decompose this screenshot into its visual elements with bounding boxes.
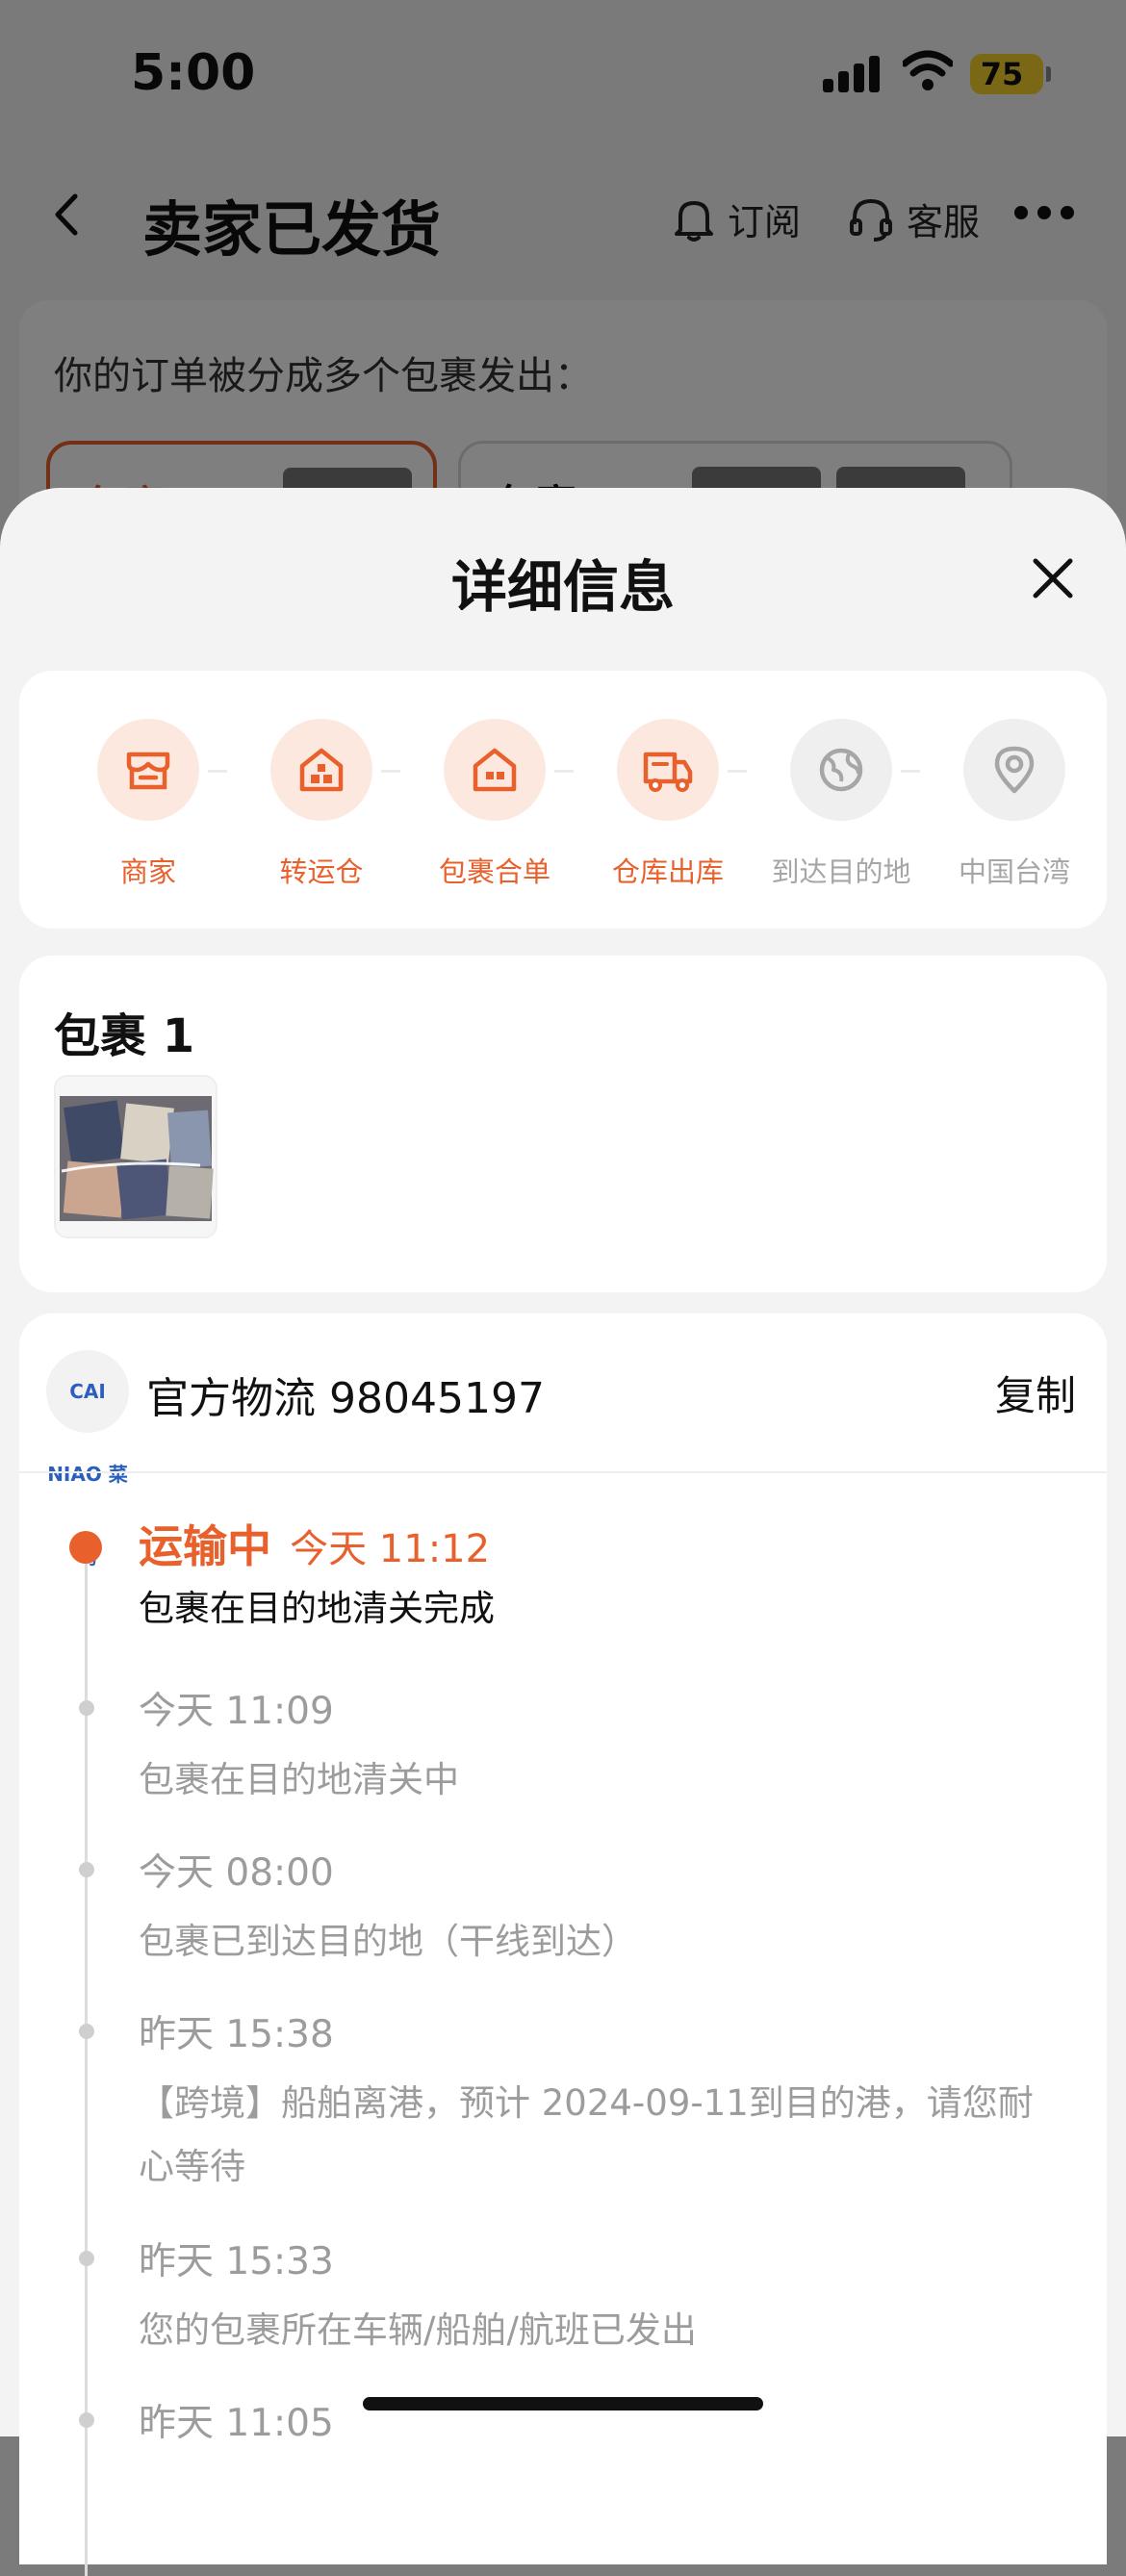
truck-icon [643,752,693,792]
timeline-event: 昨天 15:38 【跨境】船舶离港，预计 2024-09-11到目的港，请您耐心… [139,2004,1062,2199]
step-label: 中国台湾 [958,855,1070,888]
step-transit-warehouse: 转运仓 [235,719,408,890]
package-card: 包裹 1 [19,956,1107,1292]
timeline-event: 运输中 今天 11:12 包裹在目的地清关完成 [139,1512,1062,1641]
step-arrived: 到达目的地 [755,719,928,890]
close-icon[interactable] [1028,553,1078,603]
event-desc: 包裹在目的地清关完成 [139,1588,495,1629]
sheet-title: 详细信息 [450,554,675,620]
step-package-merge: 包裹合单 [408,719,581,890]
package-image[interactable] [54,1075,218,1238]
step-warehouse-out: 仓库出库 [581,719,755,890]
event-time: 昨天 11:05 [139,2402,334,2445]
step-label: 商家 [119,855,176,888]
cainiao-logo: CAI NIAO 菜鸟 [46,1350,129,1569]
step-label: 仓库出库 [611,855,724,888]
package-photo [56,1077,216,1237]
event-time: 今天 08:00 [139,1851,334,1895]
timeline-event: 昨天 11:05 [139,2393,334,2447]
timeline-dot [79,1700,94,1716]
timeline-dot-active [69,1531,102,1564]
timeline-dot [79,1862,94,1877]
event-time: 昨天 15:33 [139,2240,334,2283]
event-desc: 包裹已到达目的地（干线到达） [139,1921,637,1962]
timeline-event: 昨天 15:33 您的包裹所在车辆/船舶/航班已发出 [139,2232,1062,2362]
logistics-card: CAI NIAO 菜鸟 官方物流 98045197 复制 运输中 今天 11:1… [19,1314,1107,2576]
tracking-number: 官方物流 98045197 [146,1374,545,1423]
detail-sheet: 详细信息 商家 转运仓 包裹合单 仓库出库 到达目的地 中国台湾 包裹 1 CA… [0,488,1126,2576]
logo-text: CAI NIAO 菜鸟 [47,1380,128,1569]
step-destination: 中国台湾 [928,719,1101,890]
timeline-event: 今天 08:00 包裹已到达目的地（干线到达） [139,1843,1062,1974]
event-time: 今天 11:09 [139,1690,334,1733]
event-desc: 您的包裹所在车辆/船舶/航班已发出 [139,2309,697,2351]
copy-button[interactable]: 复制 [995,1364,1076,1422]
package-title: 包裹 1 [54,1009,195,1063]
step-label: 转运仓 [279,855,364,888]
event-status: 运输中 [139,1520,271,1572]
home-indicator[interactable] [363,2397,763,2410]
event-time: 昨天 15:38 [139,2013,334,2056]
timeline-dot [79,2251,94,2266]
step-label: 包裹合单 [438,855,550,888]
transit-warehouse-icon [299,748,344,792]
event-desc: 包裹在目的地清关中 [139,1759,459,1800]
location-pin-icon [994,746,1035,794]
progress-steps: 商家 转运仓 包裹合单 仓库出库 到达目的地 中国台湾 [19,671,1107,929]
timeline-dot [79,2412,94,2428]
event-desc: 【跨境】船舶离港，预计 2024-09-11到目的港，请您耐心等待 [139,2082,1034,2187]
timeline-event: 今天 11:09 包裹在目的地清关中 [139,1681,1062,1812]
globe-icon [819,748,863,792]
timeline-dot [79,2024,94,2039]
store-icon [126,752,170,790]
package-merge-icon [473,748,517,792]
step-merchant: 商家 [62,719,235,890]
step-label: 到达目的地 [771,855,911,888]
event-time: 今天 11:12 [290,1527,491,1571]
divider [19,1471,1107,1473]
